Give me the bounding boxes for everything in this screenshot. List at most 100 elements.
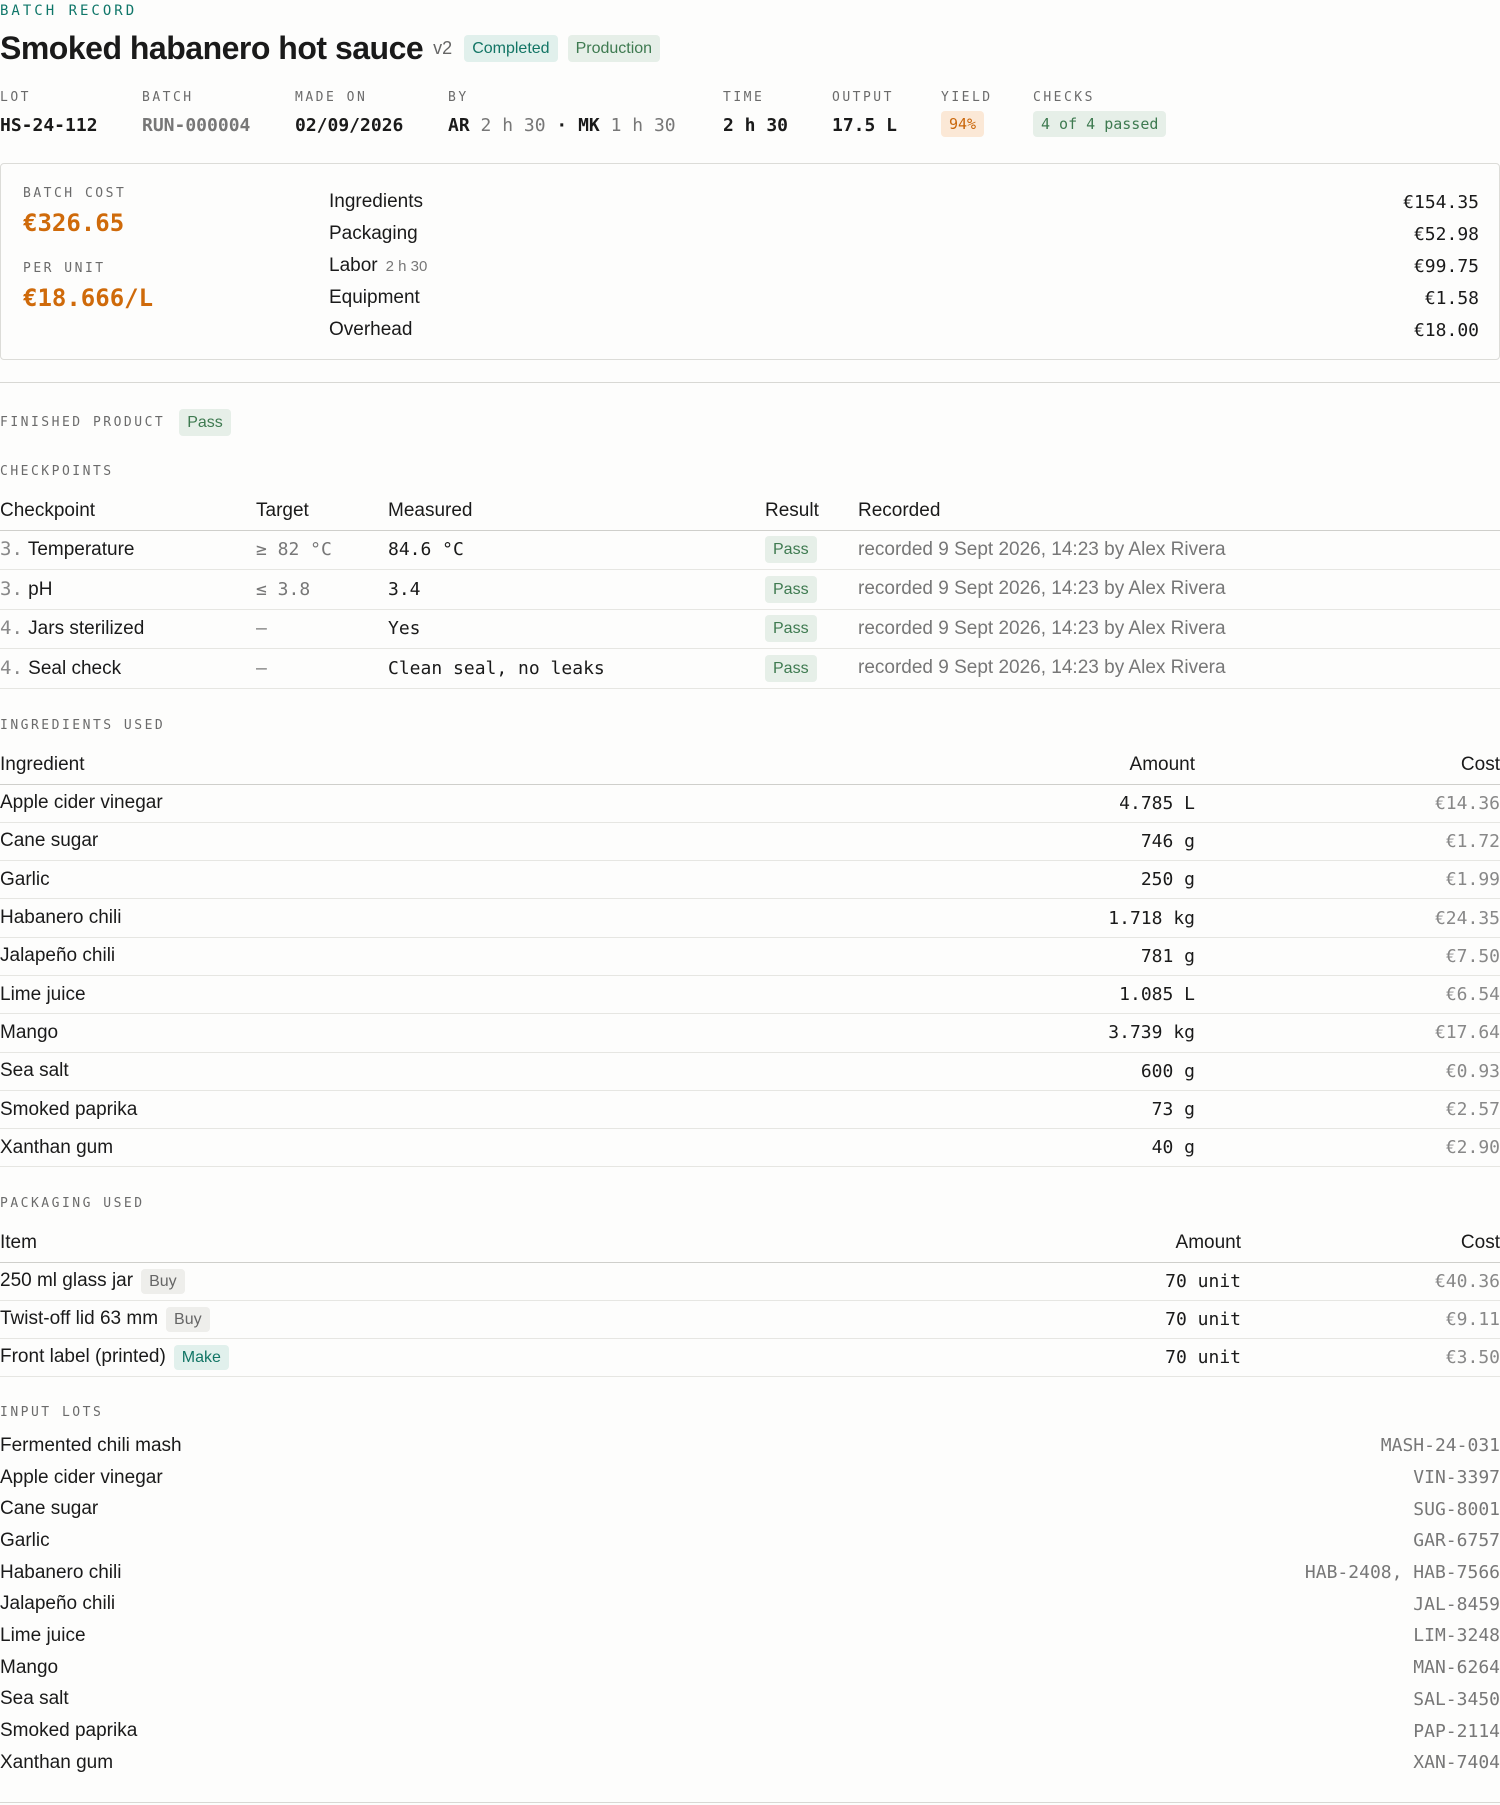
meta-output-label: OUTPUT [832, 90, 894, 105]
ingredients-header: INGREDIENTS USED [0, 718, 165, 733]
column-header-cost: Cost [1241, 1224, 1500, 1263]
result-badge: Pass [765, 615, 817, 643]
ingredient-name: Sea salt [0, 1052, 975, 1091]
lot-codes: XAN-7404 [1413, 1752, 1500, 1774]
column-header-cost: Cost [1195, 746, 1500, 785]
packaging-name: Front label (printed) [0, 1346, 166, 1368]
cost-line-amount: €1.58 [1424, 287, 1479, 309]
ingredient-cost: €14.36 [1195, 784, 1500, 823]
packaging-amount: 70 unit [1021, 1338, 1241, 1378]
table-row: Mango 3.739 kg €17.64 [0, 1013, 1500, 1053]
ingredient-name: Cane sugar [0, 822, 975, 862]
batch-cost-value: €326.65 [23, 209, 125, 237]
ingredient-name: Garlic [0, 860, 975, 900]
packaging-label: PACKAGING USED [0, 1196, 145, 1211]
meta-batch-label: BATCH [142, 90, 194, 105]
column-header-target: Target [256, 492, 388, 531]
meta-batch: BATCH RUN-000004 [142, 90, 250, 136]
column-header-item: Item [0, 1224, 1021, 1263]
table-row: Apple cider vinegar 4.785 L €14.36 [0, 784, 1500, 823]
list-item: Lime juice LIM-3248 [0, 1620, 1500, 1652]
lot-codes: VIN-3397 [1413, 1467, 1500, 1489]
list-item: Cane sugar SUG-8001 [0, 1493, 1500, 1525]
meta-made-on-value: 02/09/2026 [295, 115, 404, 136]
table-row: Front label (printed) Make 70 unit €3.50 [0, 1338, 1500, 1378]
cost-line-amount: €154.35 [1403, 191, 1479, 213]
lot-ingredient: Garlic [0, 1529, 50, 1551]
lot-codes: LIM-3248 [1413, 1625, 1500, 1647]
meta-checks-label: CHECKS [1033, 90, 1095, 105]
operator-separator: · [556, 115, 568, 136]
column-header-amount: Amount [1021, 1224, 1241, 1263]
cost-line-label: Labor [329, 255, 378, 276]
lot-ingredient: Mango [0, 1656, 59, 1678]
ingredient-name: Apple cider vinegar [0, 784, 975, 823]
yield-badge: 94% [941, 111, 985, 137]
list-item: Apple cider vinegar VIN-3397 [0, 1462, 1500, 1494]
cost-summary: BATCH COST €326.65 PER UNIT €18.666/L [23, 186, 153, 312]
packaging-cost: €3.50 [1241, 1338, 1500, 1378]
finished-product-badge: Pass [179, 409, 231, 437]
packaging-table: Item Amount Cost 250 ml glass jar Buy 70 … [0, 1224, 1500, 1378]
result-badge: Pass [765, 654, 817, 682]
status-badge: Completed [464, 34, 558, 63]
packaging-amount: 70 unit [1021, 1300, 1241, 1340]
page-eyebrow: BATCH RECORD [0, 3, 138, 19]
step-number: 4. [0, 617, 23, 640]
meta-made-on-label: MADE ON [295, 90, 368, 105]
meta-by-label: BY [448, 90, 469, 105]
meta-checks: CHECKS 4 of 4 passed [1033, 90, 1167, 137]
column-header-result: Result [765, 492, 858, 531]
table-row: 3. Temperature ≥ 82 °C 84.6 °C Pass reco… [0, 530, 1500, 570]
ingredient-amount: 1.085 L [975, 975, 1195, 1015]
list-item: Xanthan gum XAN-7404 [0, 1747, 1500, 1779]
cost-card: BATCH COST €326.65 PER UNIT €18.666/L In… [0, 163, 1500, 360]
lot-ingredient: Cane sugar [0, 1498, 99, 1520]
batch-meta: LOT HS-24-112 BATCH RUN-000004 MADE ON 0… [0, 90, 1200, 150]
cost-line-amount: €18.00 [1413, 319, 1479, 341]
lot-ingredient: Fermented chili mash [0, 1434, 182, 1456]
ingredient-amount: 250 g [975, 860, 1195, 900]
lot-ingredient: Smoked paprika [0, 1720, 138, 1742]
list-item: Smoked paprika PAP-2114 [0, 1715, 1500, 1747]
checkpoint-recorded: recorded 9 Sept 2026, 14:23 by Alex Rive… [858, 530, 1500, 570]
operator-time: 1 h 30 [610, 115, 676, 136]
version-label: v2 [433, 38, 453, 58]
table-header-row: Item Amount Cost [0, 1224, 1500, 1263]
table-row: Lime juice 1.085 L €6.54 [0, 975, 1500, 1015]
checkpoint-measured: 84.6 °C [388, 530, 765, 570]
checkpoint-target: — [256, 609, 388, 649]
ingredient-cost: €2.90 [1195, 1128, 1500, 1168]
ingredient-amount: 1.718 kg [975, 898, 1195, 938]
checkpoint-recorded: recorded 9 Sept 2026, 14:23 by Alex Rive… [858, 609, 1500, 649]
table-header-row: Ingredient Amount Cost [0, 746, 1500, 785]
meta-time: TIME 2 h 30 [723, 90, 788, 136]
list-item: Fermented chili mash MASH-24-031 [0, 1430, 1500, 1462]
ingredient-cost: €6.54 [1195, 975, 1500, 1015]
finished-product-header: FINISHED PRODUCT Pass [0, 409, 231, 437]
lot-ingredient: Xanthan gum [0, 1751, 114, 1773]
packaging-amount: 70 unit [1021, 1262, 1241, 1301]
ingredient-amount: 600 g [975, 1052, 1195, 1091]
table-row: Cane sugar 746 g €1.72 [0, 822, 1500, 862]
source-tag: Make [173, 1345, 229, 1371]
title-row: Smoked habanero hot sauce v2 Completed P… [0, 30, 661, 67]
footer-divider [0, 1802, 1500, 1803]
cost-line-packaging: Packaging €52.98 [329, 218, 1479, 250]
column-header-recorded: Recorded [858, 492, 1500, 531]
checkpoint-name: Temperature [27, 539, 135, 561]
operator-time: 2 h 30 [480, 115, 546, 136]
list-item: Mango MAN-6264 [0, 1652, 1500, 1684]
lot-codes: HAB-2408, HAB-7566 [1304, 1562, 1500, 1584]
batch-cost-label: BATCH COST [23, 186, 127, 201]
table-header-row: Checkpoint Target Measured Result Record… [0, 492, 1500, 531]
input-lots-list: Fermented chili mash MASH-24-031 Apple ci… [0, 1430, 1500, 1779]
meta-batch-value: RUN-000004 [142, 115, 251, 136]
table-row: 4. Jars sterilized — Yes Pass recorded 9… [0, 609, 1500, 649]
column-header-measured: Measured [388, 492, 765, 531]
table-row: 4. Seal check — Clean seal, no leaks Pas… [0, 648, 1500, 689]
packaging-cost: €40.36 [1241, 1262, 1500, 1301]
meta-output: OUTPUT 17.5 L [832, 90, 897, 136]
meta-output-value: 17.5 L [832, 115, 898, 136]
cost-line-label: Equipment [329, 287, 420, 308]
